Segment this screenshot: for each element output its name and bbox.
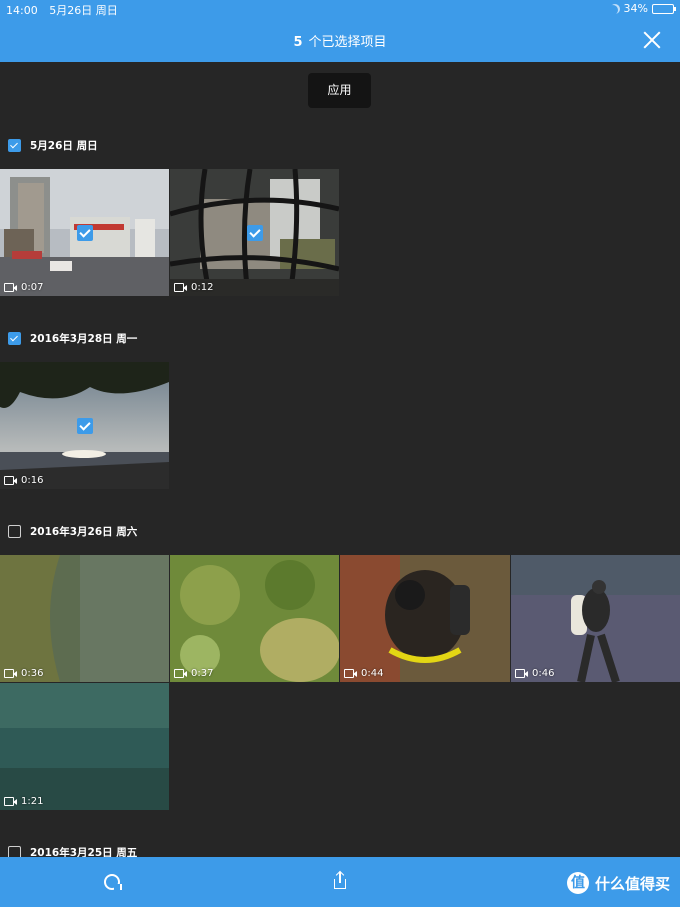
section-header: 2016年3月28日 周一 <box>8 330 137 346</box>
status-time: 14:00 <box>6 4 38 17</box>
video-thumbnail[interactable]: 1:21 <box>0 683 169 810</box>
selected-label: 个已选择项目 <box>308 35 387 50</box>
video-duration: 0:16 <box>21 475 44 486</box>
video-thumbnail[interactable]: 0:37 <box>170 555 339 682</box>
video-thumbnail[interactable]: 0:16 <box>0 362 169 489</box>
section-date: 2016年3月28日 周一 <box>30 332 138 345</box>
thumbnail-image <box>340 555 510 682</box>
video-camera-icon <box>174 283 187 292</box>
selected-check-icon <box>76 417 93 434</box>
thumbnail-image <box>0 555 169 682</box>
page-title: 5 个已选择项目 <box>0 31 680 50</box>
thumbnail-image <box>0 683 169 810</box>
status-date: 5月26日 周日 <box>49 4 118 17</box>
video-camera-icon <box>4 797 17 806</box>
section-header: 5月26日 周日 <box>8 137 98 153</box>
watermark: 值 什么值得买 <box>566 872 670 894</box>
video-duration: 1:21 <box>21 796 44 807</box>
duration-badge: 0:46 <box>515 668 554 679</box>
status-left: 14:00 5月26日 周日 <box>6 2 118 18</box>
section-header: 2016年3月26日 周六 <box>8 523 137 539</box>
selected-check-icon <box>246 224 263 241</box>
duration-badge: 0:37 <box>174 668 213 679</box>
video-camera-icon <box>4 283 17 292</box>
video-thumbnail[interactable]: 0:07 <box>0 169 169 296</box>
watermark-text: 什么值得买 <box>594 874 670 893</box>
battery-percent: 34% <box>623 2 648 15</box>
section-checkbox[interactable] <box>8 331 21 345</box>
video-duration: 0:12 <box>191 282 214 293</box>
duration-badge: 0:16 <box>4 475 43 486</box>
section-date: 2016年3月26日 周六 <box>30 525 138 538</box>
do-not-disturb-icon <box>610 4 620 14</box>
video-duration: 0:37 <box>191 668 214 679</box>
apply-button[interactable]: 应用 <box>308 73 371 108</box>
section-date: 5月26日 周日 <box>30 139 98 152</box>
video-camera-icon <box>515 669 528 678</box>
status-right: 34% <box>610 2 676 15</box>
selected-count: 5 <box>293 35 303 50</box>
video-duration: 0:44 <box>361 668 384 679</box>
section-checkbox[interactable] <box>8 138 21 152</box>
video-camera-icon <box>4 669 17 678</box>
thumbnail-image <box>170 555 339 682</box>
duration-badge: 0:07 <box>4 282 43 293</box>
nav-bar: 5 个已选择项目 <box>0 18 680 62</box>
video-thumbnail[interactable]: 0:44 <box>340 555 510 682</box>
share-icon[interactable] <box>332 870 348 890</box>
share-arrowhead <box>335 870 344 880</box>
video-duration: 0:46 <box>532 668 555 679</box>
bottom-toolbar: 值 什么值得买 <box>0 857 680 907</box>
duration-badge: 0:36 <box>4 668 43 679</box>
video-thumbnail[interactable]: 0:46 <box>511 555 680 682</box>
selected-check-icon <box>76 224 93 241</box>
video-thumbnail[interactable]: 0:12 <box>170 169 339 296</box>
status-bar: 14:00 5月26日 周日 34% <box>0 0 680 18</box>
watermark-logo: 值 <box>566 872 589 894</box>
video-camera-icon <box>344 669 357 678</box>
video-camera-icon <box>4 476 17 485</box>
thumbnail-image <box>511 555 680 682</box>
video-duration: 0:07 <box>21 282 44 293</box>
duration-badge: 1:21 <box>4 796 43 807</box>
video-duration: 0:36 <box>21 668 44 679</box>
gopro-app-icon[interactable] <box>104 874 122 890</box>
close-button[interactable] <box>640 28 664 52</box>
duration-badge: 0:12 <box>174 282 213 293</box>
duration-badge: 0:44 <box>344 668 383 679</box>
battery-icon <box>652 3 676 14</box>
video-thumbnail[interactable]: 0:36 <box>0 555 169 682</box>
video-camera-icon <box>174 669 187 678</box>
section-checkbox[interactable] <box>8 524 21 538</box>
